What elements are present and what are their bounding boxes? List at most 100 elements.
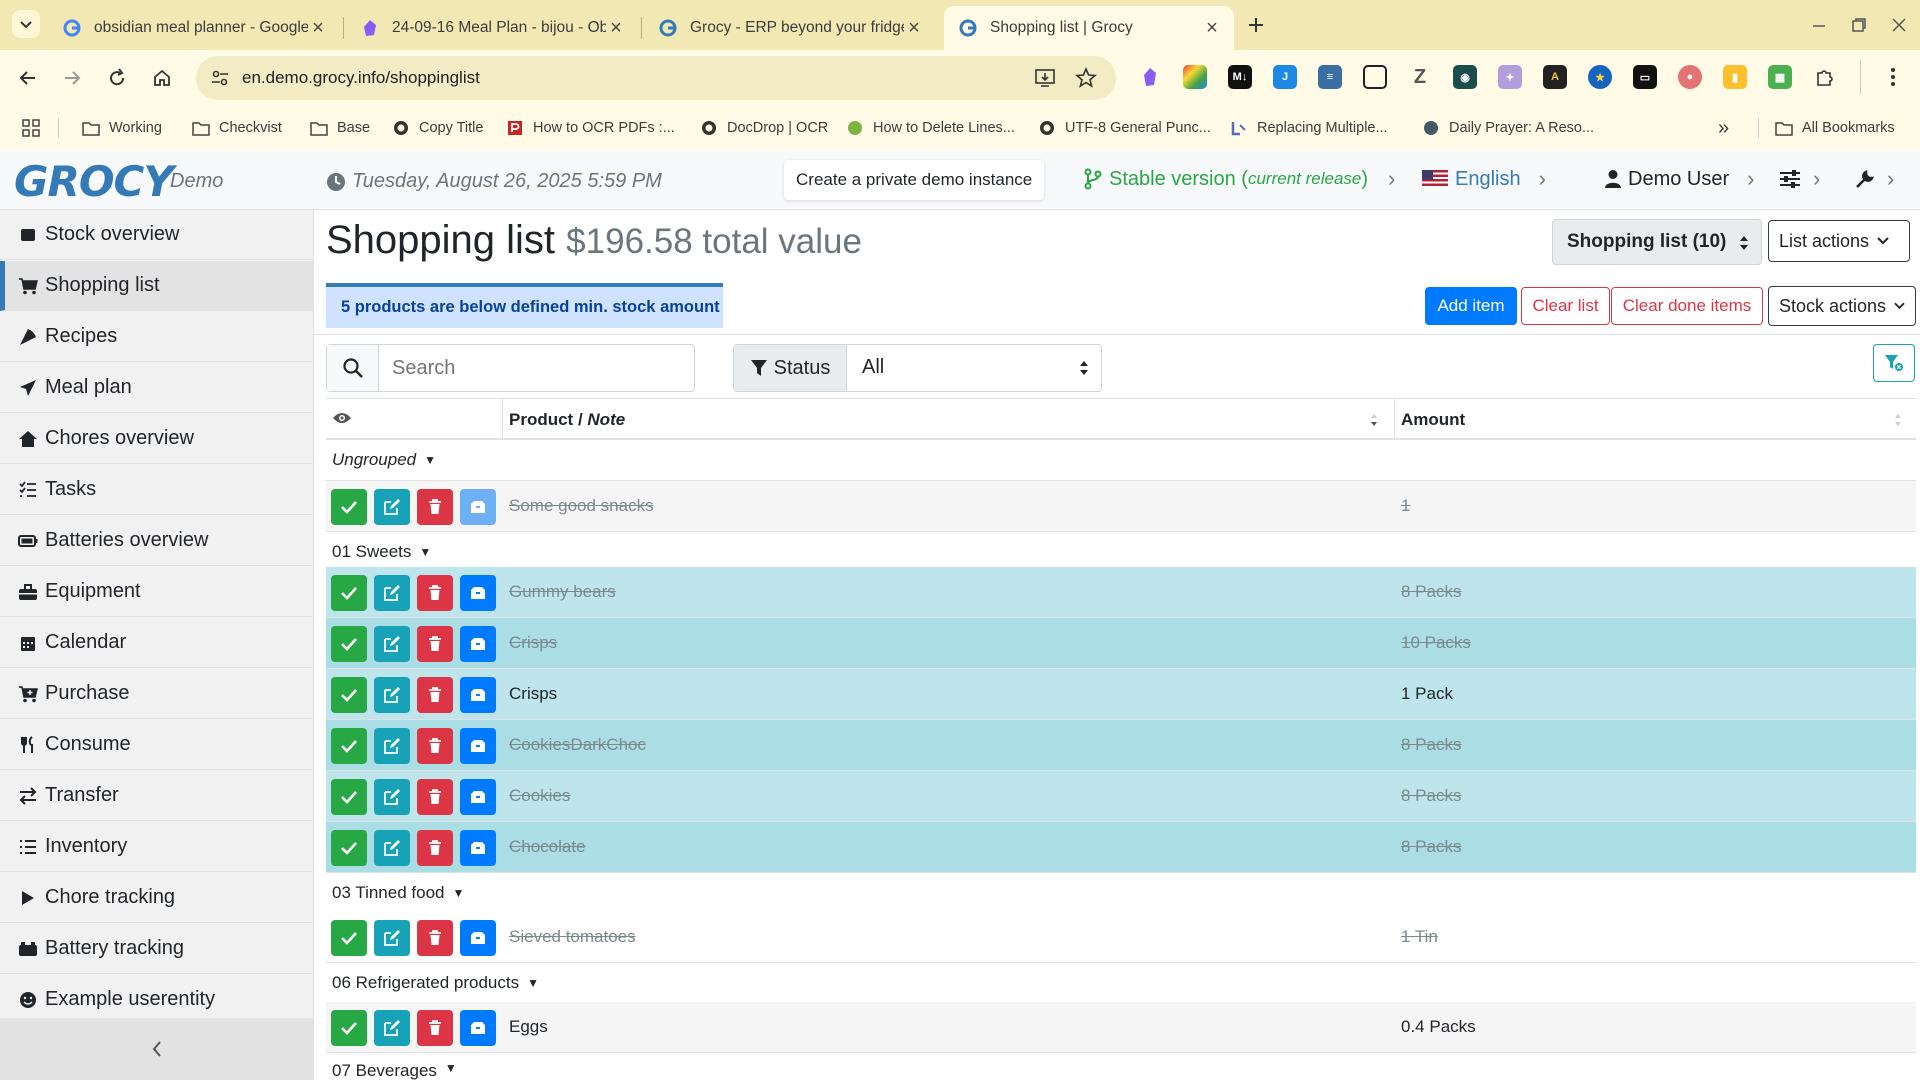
mark-done-button[interactable] <box>331 489 367 525</box>
eye-icon[interactable] <box>332 411 352 425</box>
extension-camera-icon[interactable]: ◉ <box>1453 65 1477 89</box>
extension-puzzle-icon[interactable]: ✦ <box>1498 65 1522 89</box>
sidebar-item-chores-overview[interactable]: Chores overview <box>0 414 314 464</box>
extension-a-icon[interactable]: A <box>1543 65 1567 89</box>
list-actions-button[interactable]: List actions <box>1768 220 1910 262</box>
clear-filter-button[interactable] <box>1873 344 1915 382</box>
close-icon[interactable]: × <box>606 17 626 39</box>
add-to-stock-button[interactable] <box>460 779 496 815</box>
edit-button[interactable] <box>374 728 410 764</box>
sidebar-item-meal-plan[interactable]: Meal plan <box>0 363 314 413</box>
tools-menu[interactable]: › <box>1855 166 1894 192</box>
add-to-stock-button[interactable] <box>460 626 496 662</box>
install-app-icon[interactable] <box>1034 67 1056 89</box>
close-icon[interactable]: × <box>308 17 328 39</box>
sort-icon[interactable] <box>1894 412 1902 428</box>
mark-done-button[interactable] <box>331 728 367 764</box>
edit-button[interactable] <box>374 489 410 525</box>
product-name[interactable]: Sieved tomatoes <box>509 927 636 947</box>
add-to-stock-button[interactable] <box>460 920 496 956</box>
extension-mic-icon[interactable]: ● <box>1678 65 1702 89</box>
bookmark-working[interactable]: Working <box>82 116 162 140</box>
product-name[interactable]: Crisps <box>509 633 557 653</box>
all-bookmarks[interactable]: All Bookmarks <box>1775 116 1895 140</box>
sort-icon[interactable] <box>1370 412 1378 428</box>
extension-clipboard-icon[interactable] <box>1363 65 1387 89</box>
bookmark-utf8[interactable]: UTF-8 General Punc... <box>1038 116 1211 140</box>
sidebar-item-equipment[interactable]: Equipment <box>0 567 314 617</box>
version-link[interactable]: Stable version (current release) › <box>1083 166 1395 192</box>
extension-notes-icon[interactable]: ≡ <box>1318 65 1342 89</box>
product-name[interactable]: Some good snacks <box>509 496 654 516</box>
sidebar-item-recipes[interactable]: Recipes <box>0 312 314 362</box>
product-name[interactable]: Eggs <box>509 1017 548 1037</box>
mark-done-button[interactable] <box>331 626 367 662</box>
extensions-puzzle-icon[interactable] <box>1813 65 1837 89</box>
extension-colorgrid-icon[interactable] <box>1183 65 1207 89</box>
mark-done-button[interactable] <box>331 575 367 611</box>
bookmark-base[interactable]: Base <box>310 116 370 140</box>
product-name[interactable]: Cookies <box>509 786 570 806</box>
delete-button[interactable] <box>417 677 453 713</box>
column-amount[interactable]: Amount <box>1401 410 1465 430</box>
delete-button[interactable] <box>417 489 453 525</box>
edit-button[interactable] <box>374 626 410 662</box>
column-product[interactable]: Product / Note <box>509 410 625 430</box>
bookmark-docdrop[interactable]: DocDrop | OCR <box>700 116 828 140</box>
add-to-stock-button[interactable] <box>460 677 496 713</box>
edit-button[interactable] <box>374 575 410 611</box>
delete-button[interactable] <box>417 920 453 956</box>
site-info-icon[interactable] <box>210 68 230 88</box>
close-icon[interactable]: × <box>1202 17 1222 39</box>
group-header-refrigerated[interactable]: 06 Refrigerated products ▼ <box>326 963 1916 1004</box>
extension-markdown-icon[interactable]: M↓ <box>1228 65 1252 89</box>
minimize-button[interactable] <box>1806 12 1832 38</box>
sidebar-item-shopping-list[interactable]: Shopping list <box>0 261 314 311</box>
group-header-ungrouped[interactable]: Ungrouped ▼ <box>326 440 1916 481</box>
delete-button[interactable] <box>417 1010 453 1046</box>
clear-done-items-button[interactable]: Clear done items <box>1611 287 1763 325</box>
add-to-stock-button[interactable] <box>460 830 496 866</box>
bookmark-delete-lines[interactable]: How to Delete Lines... <box>846 116 1015 140</box>
private-demo-button[interactable]: Create a private demo instance <box>784 160 1045 200</box>
browser-tab-2[interactable]: 24-09-16 Meal Plan - bijou - Obsidian × <box>346 6 638 50</box>
forward-button[interactable] <box>58 64 86 92</box>
sidebar-item-chore-tracking[interactable]: Chore tracking <box>0 873 314 923</box>
sidebar-item-purchase[interactable]: Purchase <box>0 669 314 719</box>
close-icon[interactable]: × <box>904 17 924 39</box>
edit-button[interactable] <box>374 830 410 866</box>
new-tab-button[interactable] <box>1243 12 1269 38</box>
product-name[interactable]: Gummy bears <box>509 582 616 602</box>
user-menu[interactable]: Demo User › <box>1604 166 1754 192</box>
sidebar-item-tasks[interactable]: Tasks <box>0 465 314 515</box>
search-input[interactable] <box>380 345 690 391</box>
address-bar[interactable]: en.demo.grocy.info/shoppinglist <box>196 56 1116 100</box>
browser-tab-1[interactable]: obsidian meal planner - Google Search × <box>48 6 340 50</box>
edit-button[interactable] <box>374 1010 410 1046</box>
language-selector[interactable]: English › <box>1422 166 1546 192</box>
browser-tab-active[interactable]: Shopping list | Grocy × <box>944 6 1234 50</box>
back-button[interactable] <box>14 64 42 92</box>
sidebar-item-stock-overview[interactable]: Stock overview <box>0 210 314 260</box>
mark-done-button[interactable] <box>331 830 367 866</box>
stock-actions-button[interactable]: Stock actions <box>1768 286 1916 326</box>
bookmark-ocr-pdfs[interactable]: How to OCR PDFs :... <box>506 116 675 140</box>
add-to-stock-button[interactable] <box>460 1010 496 1046</box>
extension-z-icon[interactable]: Z <box>1408 65 1432 89</box>
edit-button[interactable] <box>374 677 410 713</box>
add-item-button[interactable]: Add item <box>1425 287 1517 325</box>
bookmark-checkvist[interactable]: Checkvist <box>192 116 282 140</box>
delete-button[interactable] <box>417 728 453 764</box>
mark-done-button[interactable] <box>331 779 367 815</box>
edit-button[interactable] <box>374 779 410 815</box>
delete-button[interactable] <box>417 779 453 815</box>
sidebar-collapse-button[interactable] <box>0 1018 314 1080</box>
edit-button[interactable] <box>374 920 410 956</box>
apps-grid-icon[interactable] <box>22 116 40 140</box>
home-button[interactable] <box>148 64 176 92</box>
bookmarks-overflow[interactable]: » <box>1718 116 1729 140</box>
group-header-beverages[interactable]: 07 Beverages ▼ <box>326 1053 1916 1080</box>
add-to-stock-button[interactable] <box>460 728 496 764</box>
add-to-stock-button[interactable] <box>460 489 496 525</box>
sidebar-item-battery-tracking[interactable]: Battery tracking <box>0 924 314 974</box>
